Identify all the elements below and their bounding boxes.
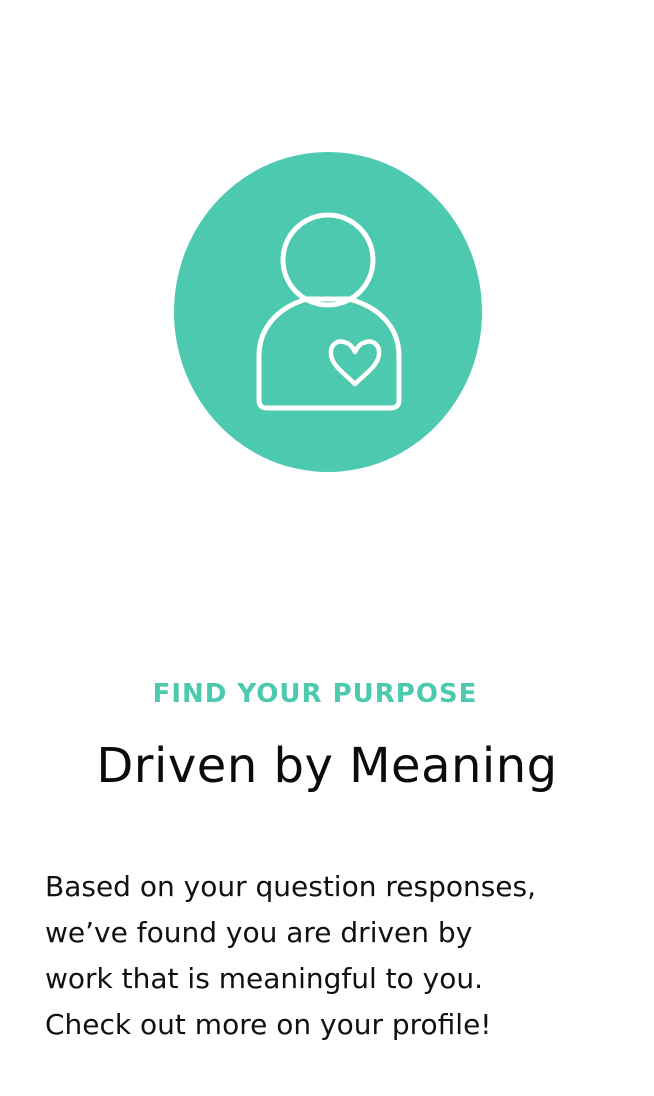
description-line: we’ve found you are driven by	[45, 916, 473, 949]
page-title: Driven by Meaning	[96, 738, 558, 794]
description-line: work that is meaningful to you.	[45, 962, 484, 995]
description-text: Based on your question responses, we’ve …	[45, 864, 625, 1048]
eyebrow-label: FIND YOUR PURPOSE	[152, 679, 478, 709]
person-heart-icon	[256, 212, 402, 411]
description-line: Check out more on your profile!	[45, 1008, 492, 1041]
hero-circle	[174, 152, 482, 472]
purpose-result-screen: FIND YOUR PURPOSE Driven by Meaning Base…	[0, 0, 654, 1096]
description-line: Based on your question responses,	[45, 870, 537, 903]
